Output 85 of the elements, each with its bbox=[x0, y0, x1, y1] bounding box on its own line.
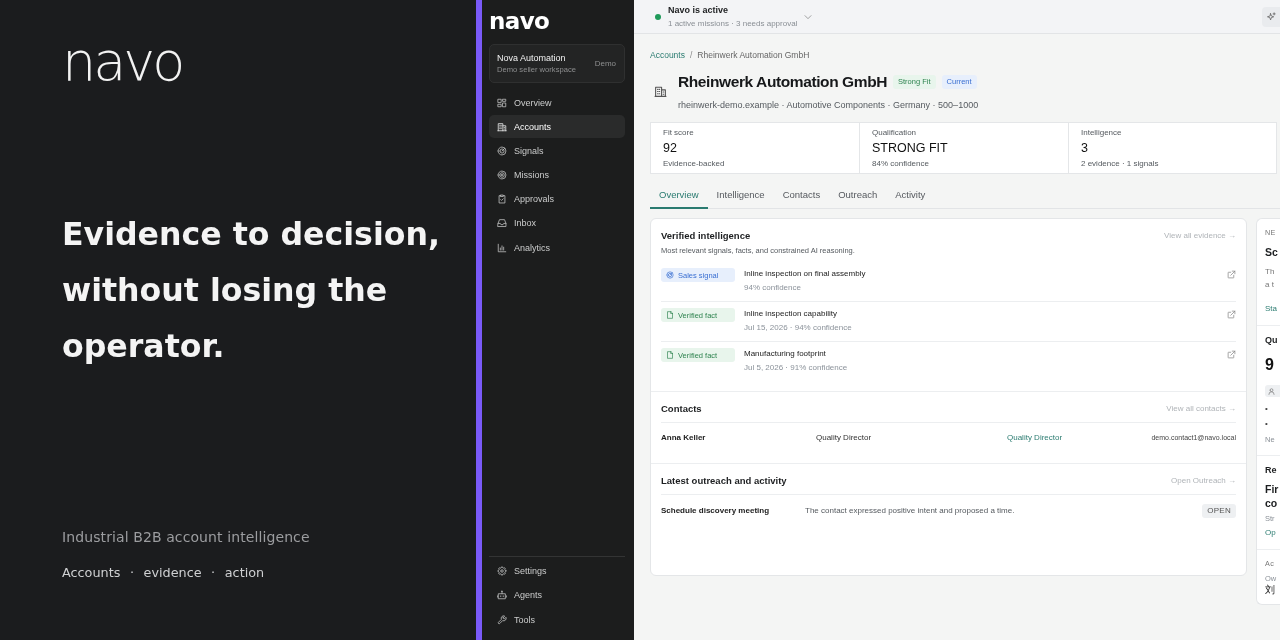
bar-chart-icon bbox=[497, 242, 507, 253]
sparkle-button[interactable] bbox=[1262, 6, 1280, 27]
breadcrumb-current: Rheinwerk Automation GmbH bbox=[697, 49, 810, 61]
contact-name: Anna Keller bbox=[661, 432, 707, 444]
grid-icon bbox=[497, 97, 507, 108]
stat-label: Intelligence bbox=[1081, 127, 1123, 138]
radar-icon bbox=[497, 145, 507, 156]
sidebar-item[interactable]: Signals bbox=[489, 139, 625, 163]
evidence-meta: Jul 5, 2026 · 91% confidence bbox=[744, 362, 849, 374]
sidebar-item[interactable]: Agents bbox=[489, 583, 625, 607]
tray-icon bbox=[497, 218, 507, 229]
hero-pillars: Accounts · evidence · action bbox=[62, 564, 265, 582]
target-icon bbox=[497, 170, 507, 181]
sparkle-icon bbox=[1266, 11, 1276, 22]
evidence-meta: Jul 15, 2026 · 94% confidence bbox=[744, 322, 853, 334]
radar-icon bbox=[666, 271, 674, 279]
item-link[interactable]: Sta bbox=[1265, 303, 1280, 315]
section-title: Qu bbox=[1265, 334, 1279, 346]
sidebar-item[interactable]: Approvals bbox=[489, 187, 625, 211]
evidence-title: Inline inspection on final assembly bbox=[744, 268, 867, 280]
stat-note: 2 evidence · 1 signals bbox=[1081, 158, 1160, 169]
evidence-title: Manufacturing footprint bbox=[744, 348, 827, 360]
sidebar-logo: navo bbox=[489, 11, 550, 31]
status-tag: OPEN bbox=[1202, 504, 1236, 518]
workspace-tag: Demo bbox=[594, 59, 616, 68]
hero-logo: navo bbox=[62, 32, 183, 92]
tab[interactable]: Overview bbox=[650, 181, 708, 209]
clipboard-check-icon bbox=[497, 194, 507, 205]
person-icon bbox=[1268, 387, 1275, 395]
tab[interactable]: Contacts bbox=[773, 181, 830, 209]
section-title: Re bbox=[1265, 464, 1278, 476]
document-icon bbox=[666, 351, 674, 359]
list-bullet: • bbox=[1265, 418, 1269, 430]
status-detail: 1 active missions · 3 needs approval bbox=[668, 17, 798, 29]
tab[interactable]: Intelligence bbox=[707, 181, 774, 209]
tab[interactable]: Activity bbox=[886, 181, 935, 209]
stat-label: Fit score bbox=[663, 127, 695, 138]
building-icon bbox=[497, 121, 507, 132]
external-link-icon[interactable] bbox=[1227, 350, 1236, 359]
item-link[interactable]: Op bbox=[1265, 527, 1280, 539]
external-link-icon[interactable] bbox=[1227, 310, 1236, 319]
breadcrumb-separator: / bbox=[689, 49, 693, 61]
breadcrumb-link[interactable]: Accounts bbox=[650, 49, 685, 61]
evidence-title: Inline inspection capability bbox=[744, 308, 838, 320]
external-link-icon[interactable] bbox=[1227, 270, 1236, 279]
building-icon bbox=[654, 85, 667, 98]
document-icon bbox=[666, 311, 674, 319]
stat-value: STRONG FIT bbox=[872, 140, 949, 157]
stat-value: 3 bbox=[1081, 140, 1089, 157]
item-heading: Fir co bbox=[1265, 482, 1280, 510]
section-title: Latest outreach and activity bbox=[661, 474, 787, 487]
item-description: Th a t bbox=[1265, 266, 1276, 291]
stat-note: 84% confidence bbox=[872, 158, 930, 169]
item-heading: Sc bbox=[1265, 245, 1279, 259]
wrench-icon bbox=[497, 614, 507, 625]
sidebar-item[interactable]: Settings bbox=[489, 559, 625, 583]
list-bullet: • bbox=[1265, 403, 1269, 415]
sidebar-item[interactable]: Overview bbox=[489, 91, 625, 114]
item-value: 刘 bbox=[1265, 584, 1276, 596]
sidebar-item[interactable]: Tools bbox=[489, 608, 625, 631]
outreach-title: Schedule discovery meeting bbox=[661, 505, 771, 517]
chevron-down-icon[interactable] bbox=[804, 12, 813, 21]
metric-value: 9 bbox=[1265, 355, 1275, 375]
sidebar-item[interactable]: Accounts bbox=[489, 115, 625, 139]
sidebar-item[interactable]: Analytics bbox=[489, 236, 625, 260]
stat-label: Qualification bbox=[872, 127, 918, 138]
contact-role-link[interactable]: Quality Director bbox=[1007, 432, 1063, 444]
account-meta: rheinwerk-demo.example · Automotive Components · Germany · 500–1000 bbox=[678, 99, 979, 111]
sidebar-item[interactable]: Inbox bbox=[489, 211, 625, 235]
section-title: Contacts bbox=[661, 402, 702, 415]
hero-headline: Evidence to decision, without losing the operator. bbox=[62, 215, 441, 366]
hero-tagline: Industrial B2B account intelligence bbox=[62, 528, 310, 547]
settings-icon bbox=[497, 566, 507, 577]
evidence-meta: 94% confidence bbox=[744, 282, 802, 294]
sidebar-item[interactable]: Missions bbox=[489, 163, 625, 187]
stat-value: 92 bbox=[663, 140, 678, 157]
workspace-name: Nova Automation bbox=[497, 52, 567, 64]
outreach-summary: The contact expressed positive intent and proposed a time. bbox=[805, 505, 1016, 517]
section-title: Verified intelligence bbox=[661, 229, 751, 242]
account-name: Rheinwerk Automation GmbH bbox=[678, 72, 888, 92]
robot-icon bbox=[497, 590, 507, 601]
stat-note: Evidence-backed bbox=[663, 158, 726, 169]
status-title: Navo is active bbox=[668, 4, 730, 16]
tab[interactable]: Outreach bbox=[829, 181, 887, 209]
contact-title: Quality Director bbox=[816, 432, 873, 444]
